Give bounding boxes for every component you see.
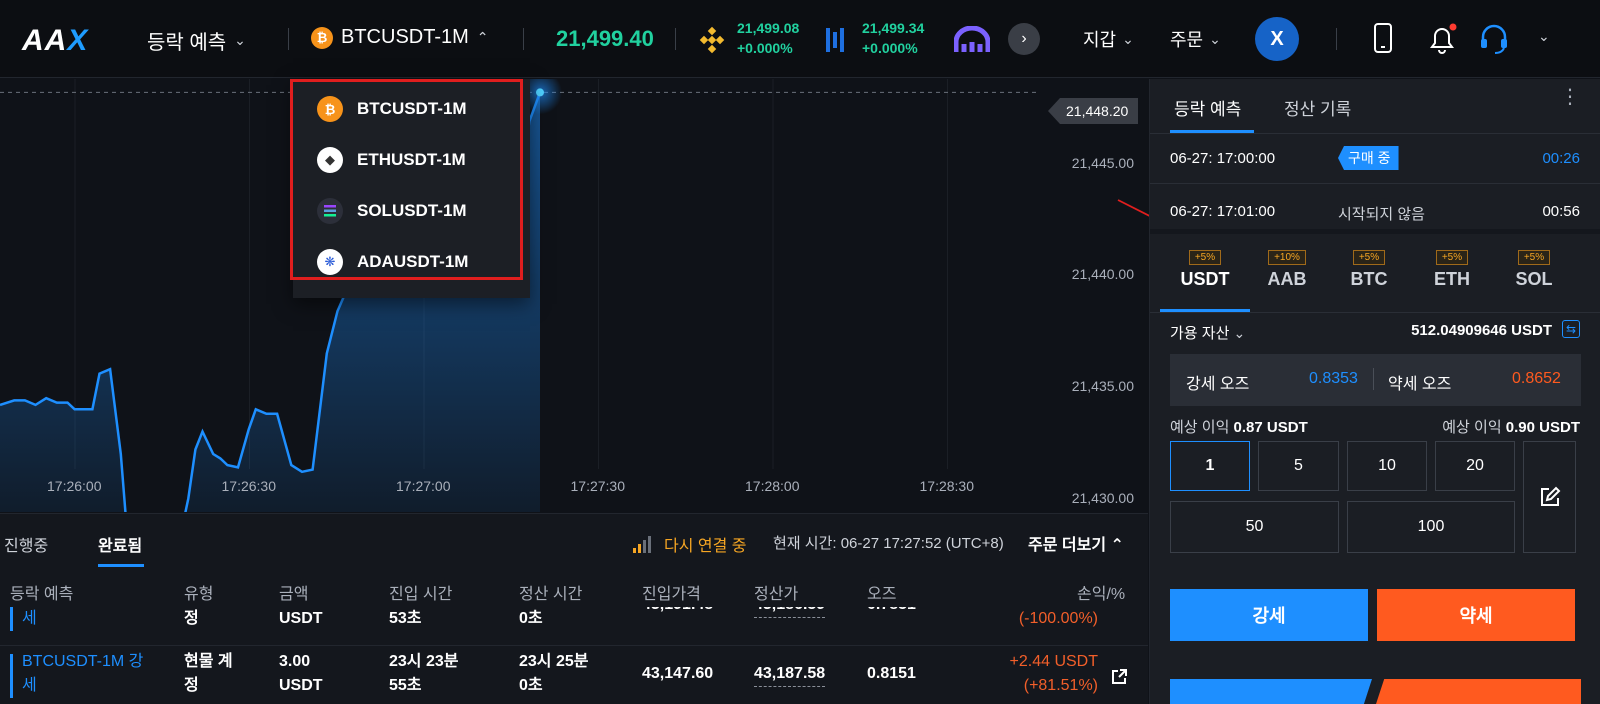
expected-profit-up: 예상 이익 0.87 USDT [1170, 419, 1308, 436]
amount-1-button[interactable]: 1 [1170, 441, 1250, 491]
tab-in-progress[interactable]: 진행중 [4, 532, 48, 556]
available-balance: 512.04909646 USDT [1411, 322, 1552, 339]
round1-time: 06-27: 17:00:00 [1170, 150, 1276, 167]
odds-up-value: 0.8353 [1309, 370, 1358, 387]
odds-down-value: 0.8652 [1512, 370, 1561, 387]
amount-20-button[interactable]: 20 [1435, 441, 1515, 491]
status-badge: 구매 중 [1338, 146, 1399, 170]
edit-icon [1540, 486, 1560, 506]
expected-profit-down: 예상 이익 0.90 USDT [1442, 419, 1580, 436]
tab-settlement-history[interactable]: 정산 기록 [1284, 95, 1351, 120]
custom-amount-button[interactable] [1523, 441, 1576, 553]
amount-10-button[interactable]: 10 [1347, 441, 1427, 491]
orders-panel: 진행중 완료됨 다시 연결 중 현재 시간: 06-27 17:27:52 (U… [0, 513, 1148, 704]
amount-50-button[interactable]: 50 [1170, 501, 1339, 553]
round2-timer: 00:56 [1542, 203, 1580, 220]
round2-time: 06-27: 17:01:00 [1170, 203, 1276, 220]
asset-btc[interactable]: +5% BTC [1329, 234, 1409, 290]
secondary-bullish-bar[interactable] [1170, 679, 1372, 704]
round2-status: 시작되지 않음 [1338, 206, 1425, 223]
chevron-down-icon: ⌄ [1233, 325, 1246, 341]
asset-eth[interactable]: +5% ETH [1412, 234, 1492, 290]
reconnect-status: 다시 연결 중 [664, 538, 747, 555]
more-orders-button[interactable]: 주문 더보기 ⌃ [1028, 531, 1124, 555]
prediction-panel: 등락 예측 정산 기록 ⋮ 06-27: 17:00:00 구매 중 00:26… [1149, 79, 1600, 704]
table-row[interactable]: 세 정 USDT 53초 0초 43,191.48 43,186.59 0.78… [0, 607, 1148, 639]
asset-aab[interactable]: +10% AAB [1247, 234, 1327, 290]
chevron-up-icon: ⌃ [1110, 537, 1124, 554]
tab-underline [98, 564, 144, 567]
asset-usdt[interactable]: +5% USDT [1165, 234, 1245, 290]
orders-table-header: 등락 예측 유형 금액 진입 시간 정산 시간 진입가격 정산가 오즈 손익/% [10, 586, 1126, 603]
round1-timer: 00:26 [1542, 150, 1580, 167]
current-time: 현재 시간: 06-27 17:27:52 (UTC+8) [773, 535, 1004, 552]
secondary-bearish-bar[interactable] [1376, 679, 1581, 704]
tab-completed[interactable]: 완료됨 [98, 532, 142, 556]
share-icon[interactable] [1110, 668, 1128, 686]
table-row[interactable]: BTCUSDT-1M 강 세 현물 계 정 3.00 USDT 23시 23분 … [0, 645, 1148, 704]
amount-100-button[interactable]: 100 [1347, 501, 1515, 553]
kebab-menu-icon[interactable]: ⋮ [1560, 87, 1580, 107]
bullish-button[interactable]: 강세 [1170, 589, 1368, 641]
tab-prediction[interactable]: 등락 예측 [1174, 95, 1241, 120]
asset-sol[interactable]: +5% SOL [1494, 234, 1574, 290]
asset-selector: +5% USDT +10% AAB +5% BTC +5% ETH +5% SOL [1150, 234, 1600, 312]
amount-5-button[interactable]: 5 [1258, 441, 1339, 491]
available-balance-selector[interactable]: 가용 자산 ⌄ [1170, 322, 1245, 343]
signal-icon [633, 536, 651, 553]
bearish-button[interactable]: 약세 [1377, 589, 1575, 641]
odds-box: 강세 오즈 0.8353 약세 오즈 0.8652 [1170, 354, 1581, 406]
transfer-icon[interactable]: ⇆ [1562, 320, 1580, 338]
